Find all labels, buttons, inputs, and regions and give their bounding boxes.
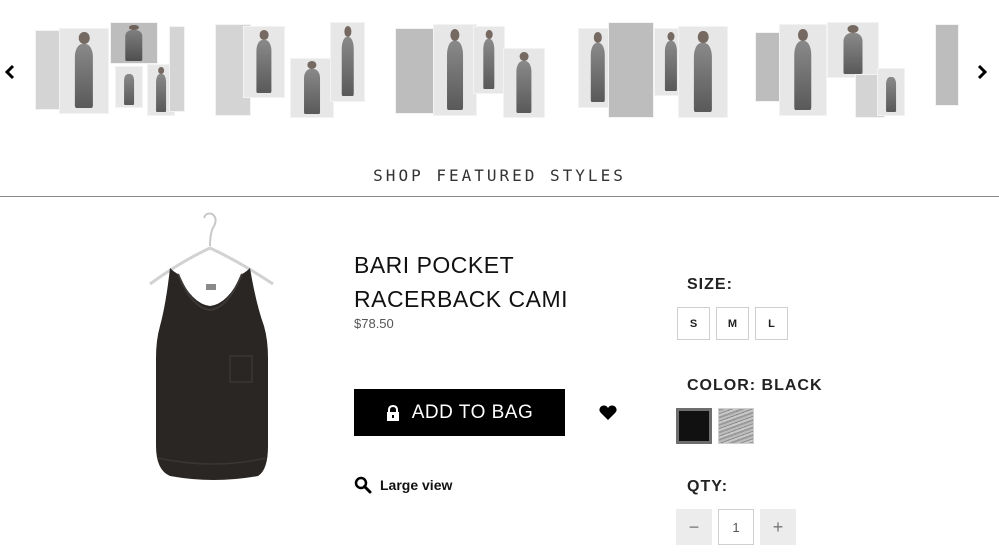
chevron-right-icon xyxy=(977,64,988,80)
quantity-stepper: − + xyxy=(676,509,796,545)
color-swatch-heather-grey[interactable] xyxy=(718,408,754,444)
size-options: S M L xyxy=(677,307,788,340)
size-option-l[interactable]: L xyxy=(755,307,788,340)
lookbook-thumb-6[interactable] xyxy=(935,22,959,120)
heart-icon xyxy=(599,405,617,420)
color-swatch-black[interactable] xyxy=(676,408,712,444)
add-to-bag-button[interactable]: ADD TO BAG xyxy=(354,389,565,436)
size-label: SIZE: xyxy=(687,276,733,293)
color-options xyxy=(676,408,754,444)
divider xyxy=(0,196,999,197)
large-view-label: Large view xyxy=(380,477,453,493)
search-icon xyxy=(354,476,372,494)
lookbook-thumb-5[interactable] xyxy=(755,22,905,120)
carousel-prev-button[interactable] xyxy=(0,60,20,84)
qty-label: QTY: xyxy=(687,478,729,495)
lookbook-thumb-1[interactable] xyxy=(35,22,185,120)
product-price: $78.50 xyxy=(354,316,394,331)
product-name-line-1: BARI POCKET xyxy=(354,252,515,278)
section-title: SHOP FEATURED STYLES xyxy=(373,166,626,185)
product-image[interactable] xyxy=(118,208,308,498)
carousel-next-button[interactable] xyxy=(972,60,992,84)
chevron-left-icon xyxy=(4,64,15,80)
product-page: SHOP FEATURED STYLES BARI POCKET RACERBA… xyxy=(0,0,999,560)
lookbook-carousel xyxy=(0,0,999,140)
lookbook-thumb-3[interactable] xyxy=(395,22,545,120)
size-option-m[interactable]: M xyxy=(716,307,749,340)
add-to-bag-label: ADD TO BAG xyxy=(411,401,534,423)
lookbook-thumb-2[interactable] xyxy=(215,22,365,120)
size-option-s[interactable]: S xyxy=(677,307,710,340)
qty-increase-button[interactable]: + xyxy=(760,509,796,545)
product-name-line-2: RACERBACK CAMI xyxy=(354,286,569,312)
wishlist-button[interactable] xyxy=(598,404,618,422)
large-view-link[interactable]: Large view xyxy=(354,476,452,494)
qty-decrease-button[interactable]: − xyxy=(676,509,712,545)
lock-icon xyxy=(386,404,400,421)
cami-on-hanger-image xyxy=(149,212,274,480)
product-name: BARI POCKET RACERBACK CAMI xyxy=(354,248,614,316)
color-label: COLOR: BLACK xyxy=(687,377,823,394)
lookbook-thumb-4[interactable] xyxy=(578,22,728,120)
qty-input[interactable] xyxy=(718,509,754,545)
